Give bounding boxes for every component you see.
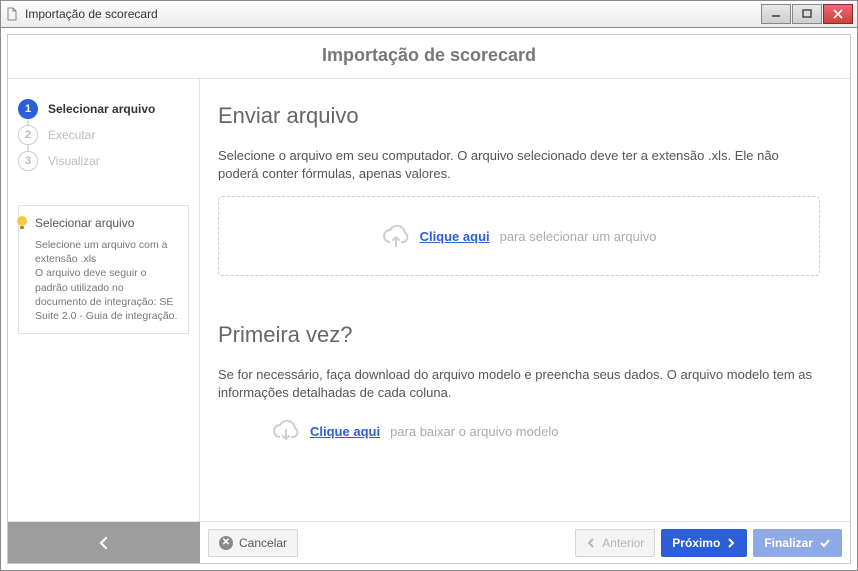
chevron-right-icon	[726, 538, 736, 548]
lightbulb-icon	[13, 214, 31, 232]
document-icon	[5, 7, 19, 21]
tip-text-2: O arquivo deve seguir o padrão utilizado…	[35, 266, 178, 323]
next-label: Próximo	[672, 536, 720, 550]
tip-title: Selecionar arquivo	[35, 216, 178, 230]
step-select-file[interactable]: 1 Selecionar arquivo	[18, 99, 189, 119]
step-number: 1	[18, 99, 38, 119]
chevron-left-icon	[586, 538, 596, 548]
cloud-download-icon	[272, 419, 300, 443]
window-minimize-button[interactable]	[761, 4, 791, 24]
step-label: Selecionar arquivo	[48, 102, 155, 116]
cancel-icon: ✕	[219, 536, 233, 550]
step-label: Executar	[48, 128, 95, 142]
download-template-link[interactable]: Clique aqui	[310, 424, 380, 439]
cancel-button[interactable]: ✕ Cancelar	[208, 529, 298, 557]
window-close-button[interactable]	[823, 4, 853, 24]
tip-card: Selecionar arquivo Selecione um arquivo …	[18, 205, 189, 334]
wizard-footer: ✕ Cancelar Anterior Próximo Finalizar	[8, 521, 850, 563]
download-template-row: Clique aqui para baixar o arquivo modelo	[272, 419, 820, 443]
chevron-left-icon	[97, 536, 111, 550]
window-title: Importação de scorecard	[25, 7, 158, 21]
wizard-sidebar: 1 Selecionar arquivo 2 Executar 3 Visual…	[8, 79, 200, 521]
dialog-title: Importação de scorecard	[8, 45, 850, 66]
file-dropzone[interactable]: Clique aqui para selecionar um arquivo	[218, 196, 820, 276]
step-label: Visualizar	[48, 154, 100, 168]
step-number: 2	[18, 125, 38, 145]
previous-button: Anterior	[575, 529, 655, 557]
tip-text-1: Selecione um arquivo com a extensão .xls	[35, 238, 178, 266]
check-icon	[819, 538, 831, 548]
send-file-description: Selecione o arquivo em seu computador. O…	[218, 147, 820, 182]
window-maximize-button[interactable]	[792, 4, 822, 24]
first-time-heading: Primeira vez?	[218, 322, 820, 348]
previous-label: Anterior	[602, 536, 644, 550]
next-button[interactable]: Próximo	[661, 529, 747, 557]
back-panel-button[interactable]	[8, 522, 200, 563]
select-file-link[interactable]: Clique aqui	[420, 229, 490, 244]
select-file-rest: para selecionar um arquivo	[500, 229, 657, 244]
step-number: 3	[18, 151, 38, 171]
finish-label: Finalizar	[764, 536, 813, 550]
finish-button[interactable]: Finalizar	[753, 529, 842, 557]
download-template-rest: para baixar o arquivo modelo	[390, 424, 558, 439]
step-visualize[interactable]: 3 Visualizar	[18, 151, 189, 171]
send-file-heading: Enviar arquivo	[218, 103, 820, 129]
cloud-upload-icon	[382, 224, 410, 248]
dialog-header: Importação de scorecard	[8, 35, 850, 79]
window-titlebar: Importação de scorecard	[0, 0, 858, 28]
wizard-main: Enviar arquivo Selecione o arquivo em se…	[200, 79, 850, 521]
wizard-steps: 1 Selecionar arquivo 2 Executar 3 Visual…	[18, 99, 189, 171]
cancel-label: Cancelar	[239, 536, 287, 550]
step-execute[interactable]: 2 Executar	[18, 125, 189, 145]
first-time-description: Se for necessário, faça download do arqu…	[218, 366, 820, 401]
